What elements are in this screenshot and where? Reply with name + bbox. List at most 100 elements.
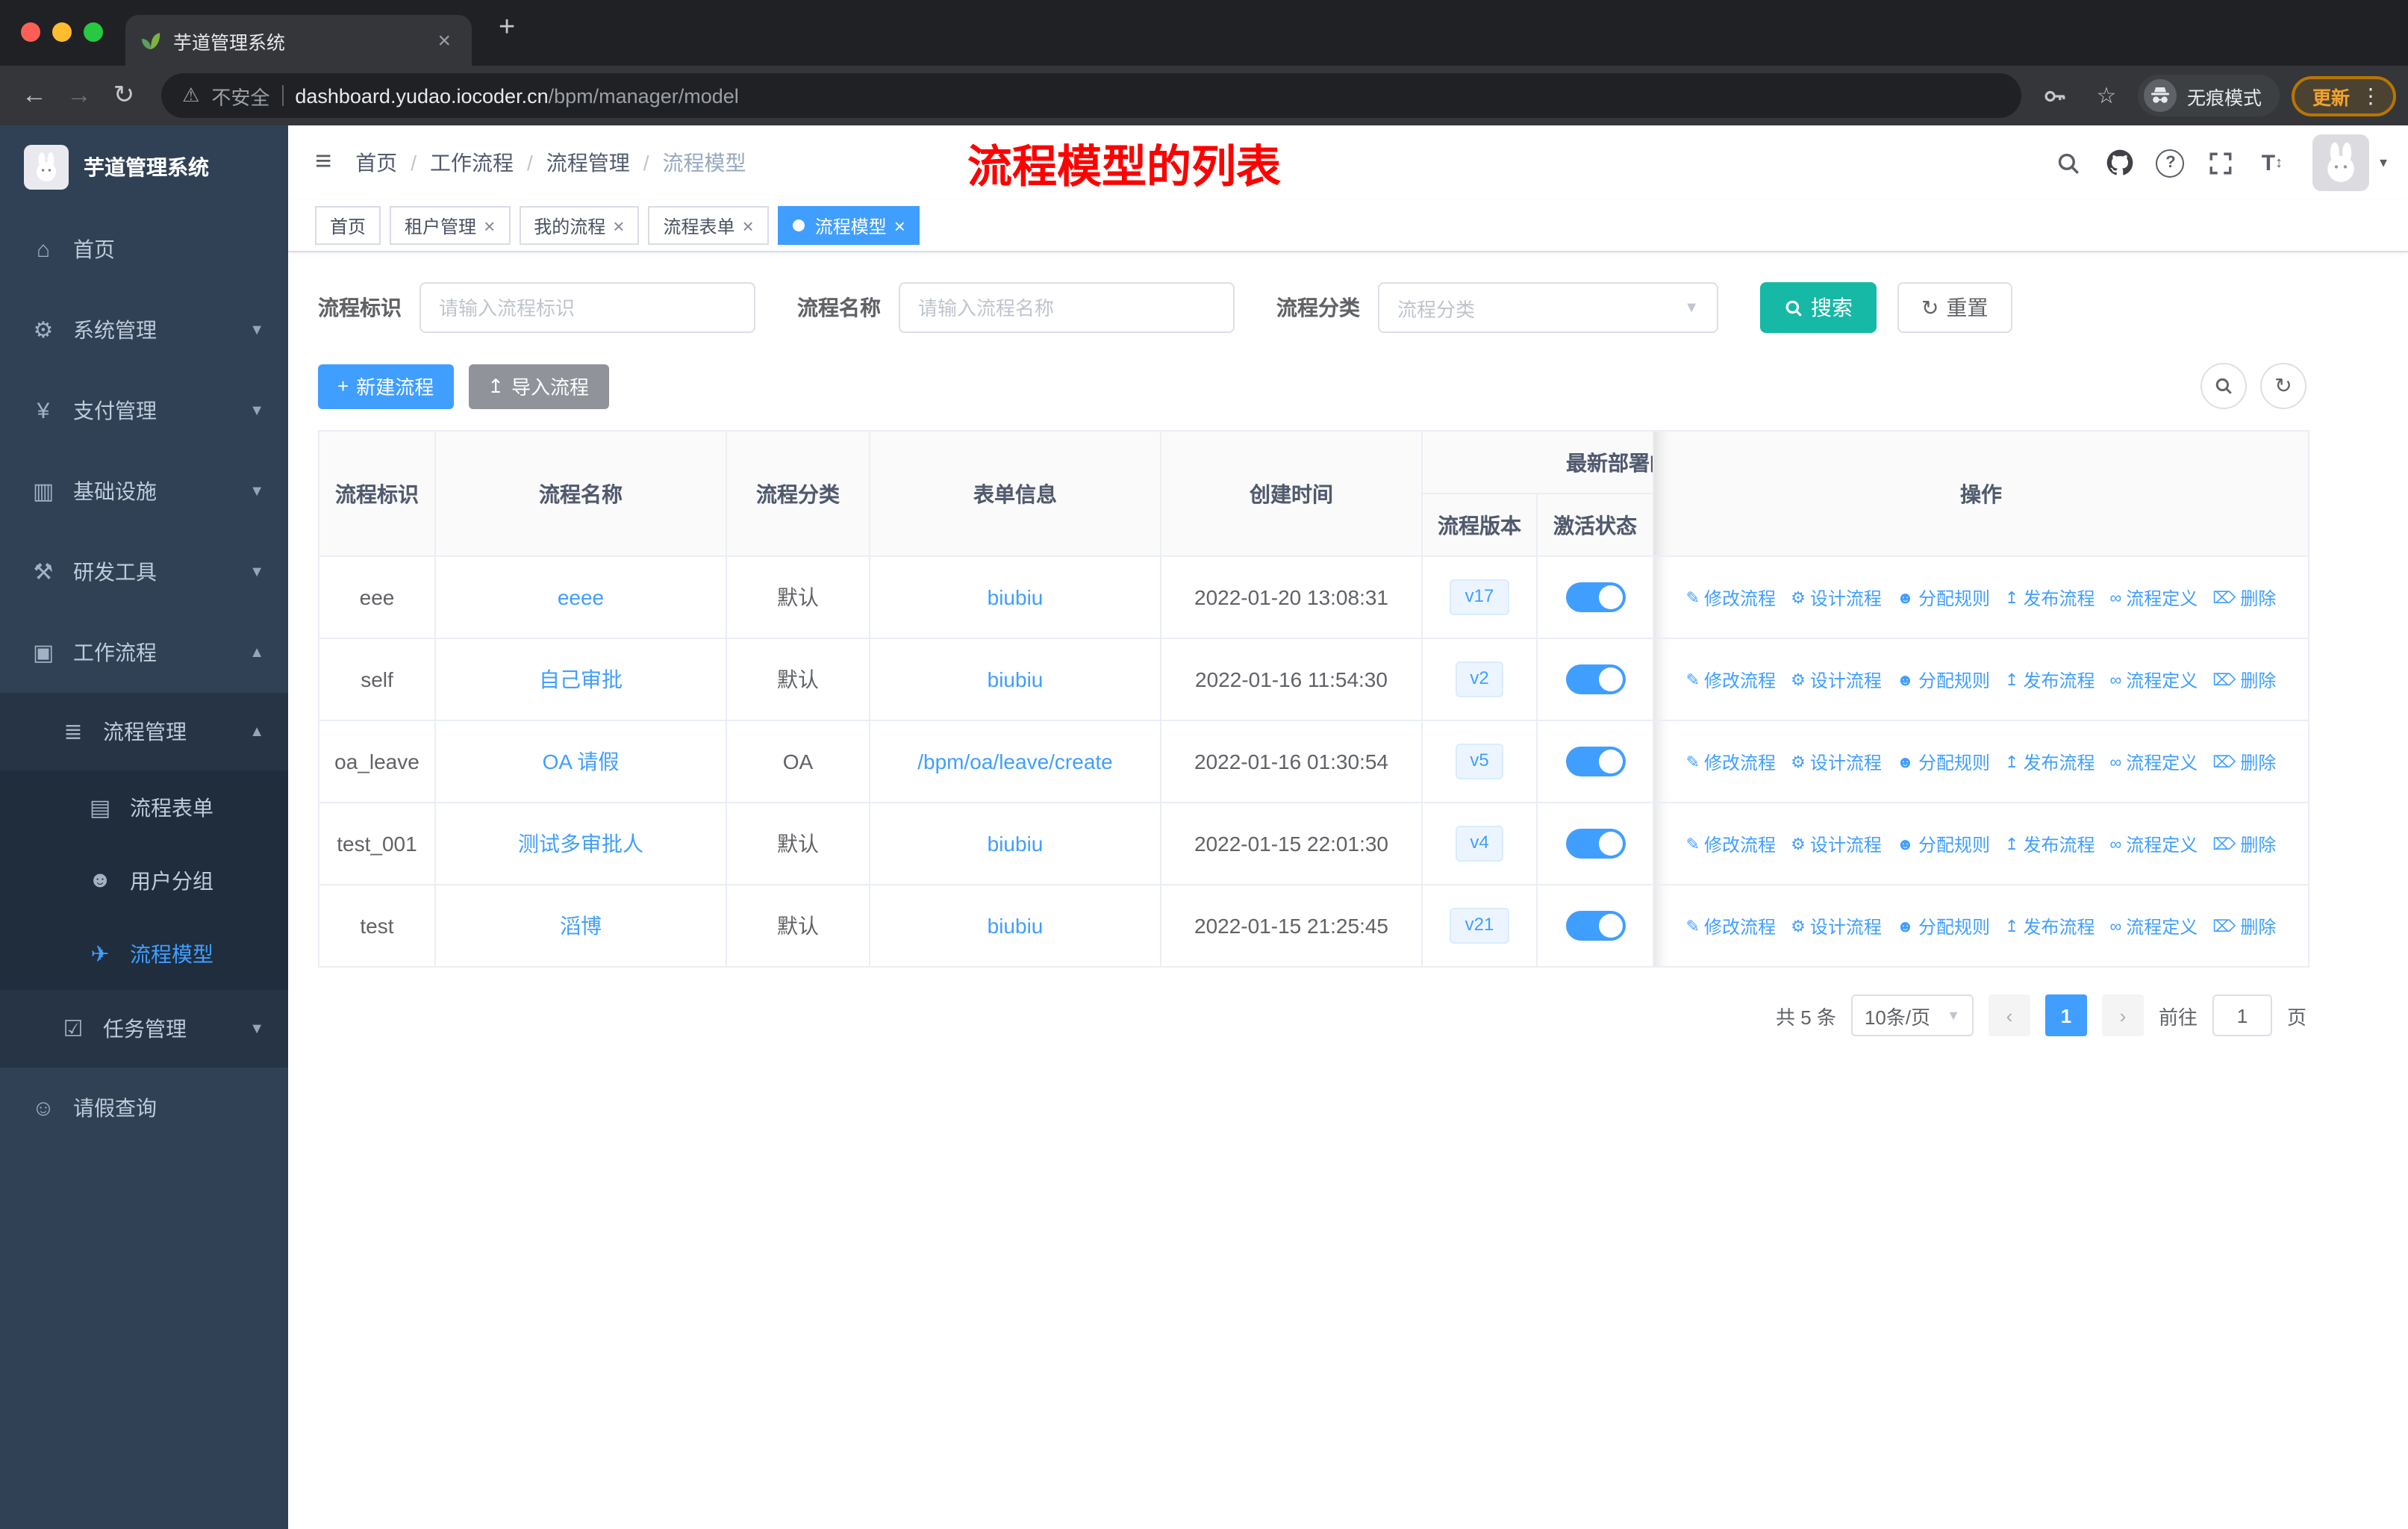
sidebar-item-system[interactable]: ⚙ 系统管理 ▼: [0, 290, 288, 370]
user-avatar[interactable]: [2312, 134, 2369, 191]
process-definition-link[interactable]: ∞ 流程定义: [2110, 832, 2198, 858]
font-size-icon[interactable]: T ↕: [2250, 140, 2295, 185]
form-info-link[interactable]: biubiu: [988, 832, 1044, 856]
goto-page-input[interactable]: [2212, 994, 2272, 1036]
refresh-table-button[interactable]: ↻: [2260, 363, 2306, 409]
design-process-link[interactable]: ⚙ 设计流程: [1791, 750, 1882, 775]
status-toggle[interactable]: [1565, 829, 1625, 859]
process-key-input[interactable]: [419, 282, 755, 333]
sidebar-item-process-management[interactable]: ≣ 流程管理 ▲: [0, 693, 288, 770]
process-definition-link[interactable]: ∞ 流程定义: [2110, 586, 2198, 611]
modify-process-link[interactable]: ✎ 修改流程: [1686, 667, 1776, 693]
search-button[interactable]: 搜索: [1760, 282, 1877, 333]
breadcrumb-item[interactable]: 工作流程: [430, 148, 514, 178]
process-name-link[interactable]: eeee: [558, 585, 604, 609]
sidebar-fold-icon[interactable]: ≡: [315, 146, 331, 179]
incognito-badge[interactable]: 无痕模式: [2137, 75, 2280, 116]
bookmark-star-icon[interactable]: ☆: [2087, 76, 2126, 115]
modify-process-link[interactable]: ✎ 修改流程: [1686, 750, 1776, 775]
design-process-link[interactable]: ⚙ 设计流程: [1791, 914, 1882, 939]
assign-rule-link[interactable]: ☻ 分配规则: [1897, 915, 1990, 940]
process-category-select[interactable]: 流程分类 ▼: [1378, 282, 1718, 333]
tag-close-icon[interactable]: ×: [613, 216, 624, 235]
publish-process-link[interactable]: ↥ 发布流程: [2005, 667, 2094, 693]
publish-process-link[interactable]: ↥ 发布流程: [2005, 585, 2094, 611]
process-name-link[interactable]: 自己审批: [539, 667, 623, 691]
publish-process-link[interactable]: ↥ 发布流程: [2005, 914, 2094, 939]
page-size-select[interactable]: 10条/页 ▼: [1850, 994, 1974, 1036]
form-info-link[interactable]: biubiu: [988, 585, 1044, 609]
delete-link[interactable]: ⌦ 删除: [2212, 667, 2276, 693]
design-process-link[interactable]: ⚙ 设计流程: [1791, 585, 1882, 611]
tag-item[interactable]: 租户管理 ×: [390, 206, 511, 245]
assign-rule-link[interactable]: ☻ 分配规则: [1897, 750, 1990, 776]
modify-process-link[interactable]: ✎ 修改流程: [1686, 832, 1776, 857]
prev-page-button[interactable]: ‹: [1988, 994, 2030, 1036]
publish-process-link[interactable]: ↥ 发布流程: [2005, 832, 2094, 857]
create-process-button[interactable]: + 新建流程: [318, 364, 454, 408]
process-name-link[interactable]: 测试多审批人: [518, 832, 643, 856]
form-info-link[interactable]: biubiu: [988, 667, 1044, 691]
security-warning-icon[interactable]: ⚠: [182, 84, 199, 108]
sidebar-item-workflow[interactable]: ▣ 工作流程 ▲: [0, 612, 288, 693]
maximize-window-button[interactable]: [84, 22, 103, 42]
search-icon[interactable]: [2047, 140, 2092, 185]
modify-process-link[interactable]: ✎ 修改流程: [1686, 914, 1776, 939]
breadcrumb-item[interactable]: 流程管理: [546, 148, 630, 178]
tag-item[interactable]: 我的流程 ×: [519, 206, 640, 245]
sidebar-item-payment[interactable]: ¥ 支付管理 ▼: [0, 370, 288, 451]
process-definition-link[interactable]: ∞ 流程定义: [2110, 915, 2198, 940]
delete-link[interactable]: ⌦ 删除: [2212, 585, 2276, 611]
assign-rule-link[interactable]: ☻ 分配规则: [1897, 668, 1990, 694]
status-toggle[interactable]: [1565, 664, 1625, 694]
tag-close-icon[interactable]: ×: [743, 216, 754, 235]
tag-item[interactable]: 流程模型 ×: [777, 206, 920, 245]
sidebar-item-home[interactable]: ⌂ 首页: [0, 209, 288, 290]
status-toggle[interactable]: [1565, 747, 1625, 776]
reset-button[interactable]: ↻ 重置: [1897, 282, 2012, 333]
modify-process-link[interactable]: ✎ 修改流程: [1686, 585, 1776, 611]
delete-link[interactable]: ⌦ 删除: [2212, 832, 2276, 857]
status-toggle[interactable]: [1565, 911, 1625, 941]
github-icon[interactable]: [2097, 140, 2142, 185]
sidebar-item-process-model[interactable]: ✈ 流程模型: [0, 917, 288, 990]
minimize-window-button[interactable]: [52, 22, 72, 42]
fullscreen-icon[interactable]: [2199, 140, 2244, 185]
sidebar-item-leave-query[interactable]: ☺ 请假查询: [0, 1068, 288, 1148]
form-info-link[interactable]: biubiu: [988, 914, 1044, 938]
process-definition-link[interactable]: ∞ 流程定义: [2110, 668, 2198, 694]
browser-update-menu[interactable]: 更新 ⋮: [2291, 75, 2396, 116]
browser-tab[interactable]: 芋道管理系统 ×: [125, 15, 472, 66]
breadcrumb-item[interactable]: 首页: [355, 148, 397, 178]
new-tab-button[interactable]: +: [487, 12, 527, 54]
form-info-link[interactable]: /bpm/oa/leave/create: [917, 750, 1113, 773]
tag-item[interactable]: 流程表单 ×: [648, 206, 769, 245]
tag-close-icon[interactable]: ×: [484, 216, 495, 235]
help-icon[interactable]: ?: [2148, 140, 2193, 185]
sidebar-item-devtools[interactable]: ⚒ 研发工具 ▼: [0, 532, 288, 612]
status-toggle[interactable]: [1565, 582, 1625, 612]
assign-rule-link[interactable]: ☻ 分配规则: [1897, 586, 1990, 611]
process-name-input[interactable]: [899, 282, 1235, 333]
page-number-button[interactable]: 1: [2044, 994, 2087, 1036]
sidebar-item-user-group[interactable]: ☻ 用户分组: [0, 844, 288, 917]
process-definition-link[interactable]: ∞ 流程定义: [2110, 750, 2198, 776]
toggle-search-button[interactable]: [2200, 363, 2247, 409]
delete-link[interactable]: ⌦ 删除: [2212, 914, 2276, 939]
back-button[interactable]: ←: [12, 73, 57, 118]
sidebar-logo[interactable]: 芋道管理系统: [0, 125, 288, 209]
sidebar-item-infrastructure[interactable]: ▥ 基础设施 ▼: [0, 451, 288, 532]
publish-process-link[interactable]: ↥ 发布流程: [2005, 750, 2094, 775]
tab-close-icon[interactable]: ×: [431, 26, 457, 55]
sidebar-item-process-form[interactable]: ▤ 流程表单: [0, 770, 288, 844]
next-page-button[interactable]: ›: [2101, 994, 2144, 1036]
design-process-link[interactable]: ⚙ 设计流程: [1791, 667, 1882, 693]
process-name-link[interactable]: OA 请假: [543, 750, 620, 773]
reload-button[interactable]: ↻: [102, 73, 146, 118]
forward-button[interactable]: →: [57, 73, 102, 118]
delete-link[interactable]: ⌦ 删除: [2212, 750, 2276, 775]
address-bar[interactable]: ⚠ 不安全 dashboard.yudao.iocoder.cn/bpm/man…: [161, 73, 2021, 118]
design-process-link[interactable]: ⚙ 设计流程: [1791, 832, 1882, 857]
sidebar-item-task-management[interactable]: ☑ 任务管理 ▼: [0, 990, 288, 1068]
tag-close-icon[interactable]: ×: [894, 216, 905, 235]
